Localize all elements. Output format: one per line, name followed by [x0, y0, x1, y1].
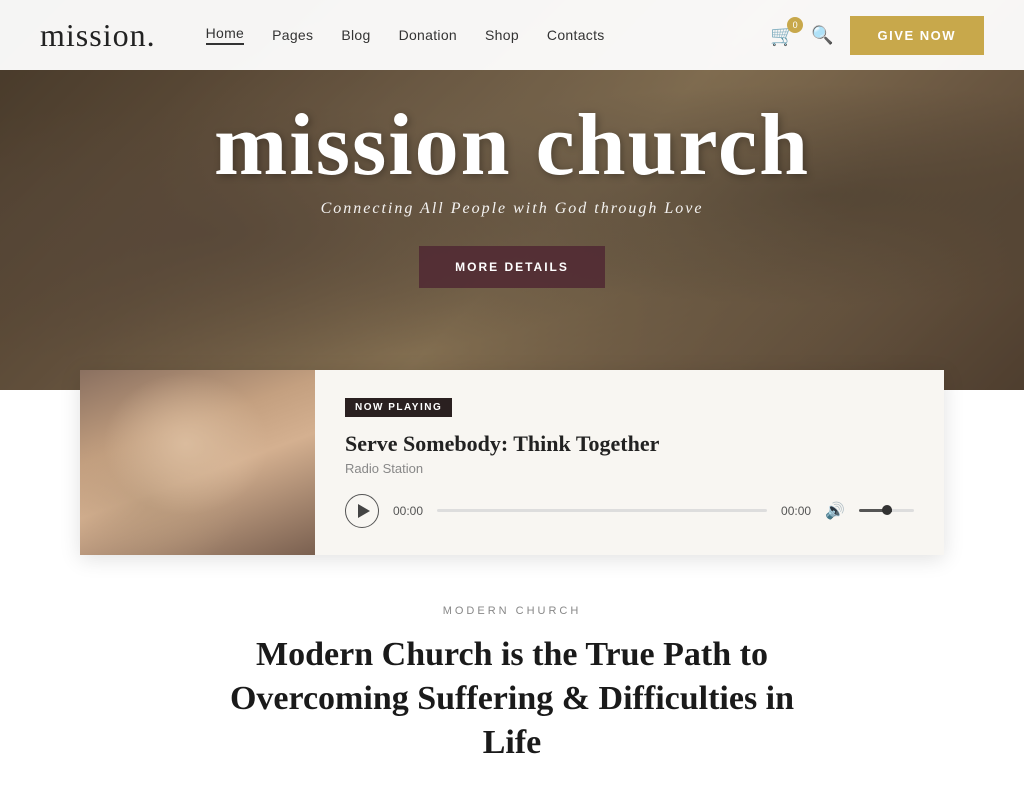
- nav-contacts[interactable]: Contacts: [547, 27, 605, 43]
- nav-pages[interactable]: Pages: [272, 27, 313, 43]
- audio-controls: 00:00 00:00 🔊: [345, 494, 914, 528]
- hero-subtitle: Connecting All People with God through L…: [162, 200, 862, 218]
- nav-home[interactable]: Home: [206, 25, 245, 45]
- audio-thumb-image: [80, 370, 315, 555]
- bottom-section: MODERN CHURCH Modern Church is the True …: [0, 555, 1024, 786]
- logo[interactable]: mission.: [40, 17, 156, 54]
- volume-slider[interactable]: [859, 509, 914, 512]
- hero-title: mission church: [162, 102, 862, 190]
- now-playing-badge: NOW PLAYING: [345, 398, 452, 417]
- audio-content: NOW PLAYING Serve Somebody: Think Togeth…: [315, 370, 944, 555]
- give-now-button[interactable]: GIVE NOW: [850, 16, 984, 55]
- cart-icon[interactable]: 🛒 0: [770, 23, 795, 48]
- nav-donation[interactable]: Donation: [399, 27, 457, 43]
- volume-thumb: [882, 505, 892, 515]
- hero-content: mission church Connecting All People wit…: [162, 102, 862, 288]
- header-actions: 🛒 0 🔍 GIVE NOW: [770, 16, 984, 55]
- section-title: Modern Church is the True Path to Overco…: [212, 633, 812, 766]
- audio-subtitle: Radio Station: [345, 461, 914, 476]
- main-nav: Home Pages Blog Donation Shop Contacts: [206, 25, 771, 45]
- nav-blog[interactable]: Blog: [341, 27, 370, 43]
- time-current: 00:00: [393, 504, 423, 518]
- nav-shop[interactable]: Shop: [485, 27, 519, 43]
- cart-badge: 0: [787, 17, 803, 33]
- section-label: MODERN CHURCH: [80, 605, 944, 617]
- audio-player-section: NOW PLAYING Serve Somebody: Think Togeth…: [80, 370, 944, 555]
- audio-title: Serve Somebody: Think Together: [345, 431, 914, 457]
- progress-bar[interactable]: [437, 509, 767, 512]
- time-total: 00:00: [781, 504, 811, 518]
- audio-thumbnail: [80, 370, 315, 555]
- search-icon[interactable]: 🔍: [811, 25, 833, 46]
- volume-icon[interactable]: 🔊: [825, 501, 845, 521]
- more-details-button[interactable]: MORE DETAILS: [419, 246, 605, 288]
- play-icon: [358, 504, 370, 518]
- header: mission. Home Pages Blog Donation Shop C…: [0, 0, 1024, 70]
- play-button[interactable]: [345, 494, 379, 528]
